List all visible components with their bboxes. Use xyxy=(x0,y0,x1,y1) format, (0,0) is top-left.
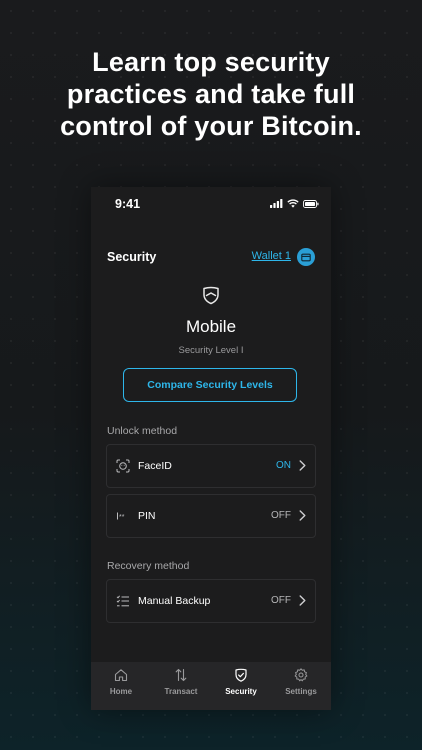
status-icons xyxy=(270,199,319,208)
tab-home-label: Home xyxy=(109,687,133,696)
headline-line-3: control of your Bitcoin. xyxy=(60,111,362,141)
pin-status: OFF xyxy=(271,510,291,521)
recovery-method-label: Recovery method xyxy=(107,560,190,572)
home-icon xyxy=(114,669,128,682)
pin-label: PIN xyxy=(138,510,156,522)
manual-backup-row[interactable]: Manual Backup OFF xyxy=(106,579,316,623)
battery-icon xyxy=(303,199,319,208)
faceid-icon xyxy=(116,459,130,473)
manual-backup-status: OFF xyxy=(271,595,291,606)
security-level-label: Security Level I xyxy=(178,345,244,356)
tab-home[interactable]: Home xyxy=(91,662,151,710)
bottom-tab-bar: Home Transact Security Settings xyxy=(91,662,331,710)
gear-icon xyxy=(294,668,308,682)
faceid-label: FaceID xyxy=(138,460,172,472)
security-profile-title: Mobile xyxy=(185,317,237,336)
tab-transact[interactable]: Transact xyxy=(151,662,211,710)
tab-transact-label: Transact xyxy=(164,687,198,696)
security-header: Security Wallet 1 xyxy=(107,247,315,269)
wallet-icon[interactable] xyxy=(297,248,315,266)
unlock-method-label: Unlock method xyxy=(107,425,178,437)
faceid-status: ON xyxy=(276,460,291,471)
compare-security-levels-button[interactable]: Compare Security Levels xyxy=(123,368,297,402)
marketing-headline: Learn top security practices and take fu… xyxy=(0,46,422,142)
cellular-signal-icon xyxy=(270,199,283,208)
faceid-row[interactable]: FaceID ON xyxy=(106,444,316,488)
shield-icon xyxy=(203,286,219,305)
svg-text:**: ** xyxy=(119,514,125,521)
tab-settings-label: Settings xyxy=(285,687,317,696)
phone-screen: 9:41 Security Wallet 1 Mobile Security L… xyxy=(91,187,331,710)
transfer-arrows-icon xyxy=(175,668,187,682)
checklist-icon xyxy=(116,595,129,607)
wifi-icon xyxy=(287,199,299,208)
page-title: Security xyxy=(107,250,157,264)
shield-check-icon xyxy=(235,668,247,682)
tab-security[interactable]: Security xyxy=(211,662,271,710)
pin-row[interactable]: ** PIN OFF xyxy=(106,494,316,538)
chevron-right-icon xyxy=(299,595,306,606)
status-bar: 9:41 xyxy=(91,187,331,221)
tab-security-label: Security xyxy=(225,687,257,696)
tab-settings[interactable]: Settings xyxy=(271,662,331,710)
chevron-right-icon xyxy=(299,460,306,471)
chevron-right-icon xyxy=(299,510,306,521)
headline-line-2: practices and take full xyxy=(66,79,356,109)
status-time: 9:41 xyxy=(115,197,141,211)
wallet-selector-link[interactable]: Wallet 1 xyxy=(252,250,291,262)
headline-line-1: Learn top security xyxy=(92,47,330,77)
pin-icon: ** xyxy=(117,512,125,521)
manual-backup-label: Manual Backup xyxy=(138,595,211,607)
